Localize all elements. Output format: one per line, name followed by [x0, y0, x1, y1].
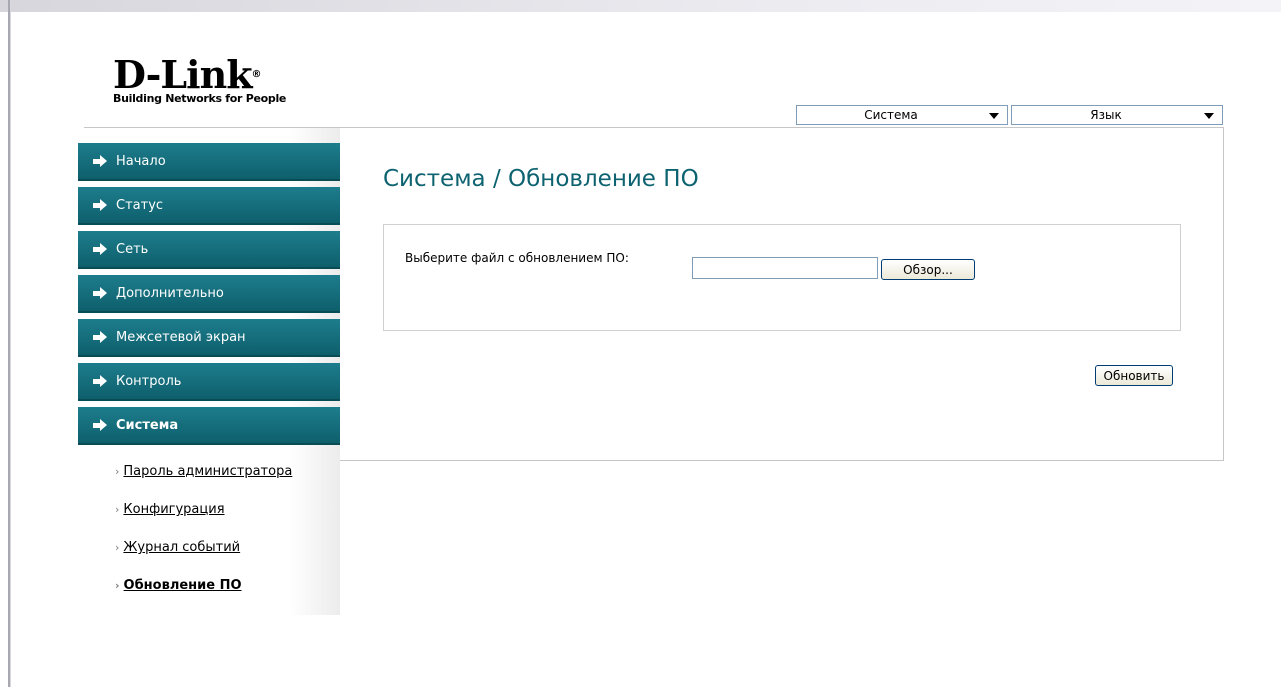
system-dropdown[interactable]: Система [796, 105, 1008, 125]
arrow-right-icon [93, 287, 109, 299]
sidebar-item-start[interactable]: Начало [78, 143, 340, 181]
sidebar-item-network[interactable]: Сеть [78, 231, 340, 269]
sidebar-item-system[interactable]: Система [78, 407, 340, 445]
sidebar-item-advanced[interactable]: Дополнительно [78, 275, 340, 313]
system-dropdown-label: Система [864, 108, 918, 122]
page-title: Система / Обновление ПО [383, 166, 699, 192]
arrow-right-icon [93, 419, 109, 431]
sidebar-item-label: Дополнительно [116, 285, 224, 301]
arrow-right-icon [93, 375, 109, 387]
sidebar-item-status[interactable]: Статус [78, 187, 340, 225]
chevron-right-icon: › [115, 579, 120, 592]
arrow-right-icon [93, 199, 109, 211]
file-path-input[interactable] [692, 257, 878, 279]
arrow-right-icon [93, 243, 109, 255]
sidebar-item-label: Сеть [116, 241, 149, 257]
logo-tagline: Building Networks for People [113, 92, 287, 105]
top-band [0, 0, 1281, 12]
window-left-border [8, 0, 11, 687]
sidebar-item-label: Начало [116, 153, 166, 169]
subitem-firmware-update[interactable]: › Обновление ПО [115, 578, 242, 593]
language-dropdown[interactable]: Язык [1011, 105, 1223, 125]
chevron-right-icon: › [115, 503, 120, 516]
sidebar-item-label: Контроль [116, 373, 182, 389]
sidebar-item-control[interactable]: Контроль [78, 363, 340, 401]
chevron-down-icon [1204, 113, 1214, 119]
sidebar-item-label: Межсетевой экран [116, 329, 246, 345]
subitem-configuration[interactable]: › Конфигурация [115, 502, 225, 517]
update-button[interactable]: Обновить [1095, 365, 1173, 386]
arrow-right-icon [93, 331, 109, 343]
language-dropdown-label: Язык [1090, 108, 1122, 122]
subitem-label: Журнал событий [123, 540, 241, 555]
sidebar-item-label: Статус [116, 197, 164, 213]
logo-brand: D-Link® [113, 52, 262, 97]
arrow-right-icon [93, 155, 109, 167]
subitem-label: Пароль администратора [123, 464, 293, 479]
subitem-admin-password[interactable]: › Пароль администратора [115, 464, 292, 479]
dlink-logo: D-Link® Building Networks for People [113, 56, 286, 105]
browse-button[interactable]: Обзор... [881, 259, 975, 280]
file-select-label: Выберите файл с обновлением ПО: [405, 251, 629, 265]
subitem-label: Обновление ПО [123, 578, 242, 593]
subitem-label: Конфигурация [123, 502, 225, 517]
chevron-right-icon: › [115, 465, 120, 478]
chevron-right-icon: › [115, 541, 120, 554]
subitem-event-log[interactable]: › Журнал событий [115, 540, 240, 555]
sidebar-item-label: Система [116, 417, 179, 433]
chevron-down-icon [989, 113, 999, 119]
sidebar-item-firewall[interactable]: Межсетевой экран [78, 319, 340, 357]
